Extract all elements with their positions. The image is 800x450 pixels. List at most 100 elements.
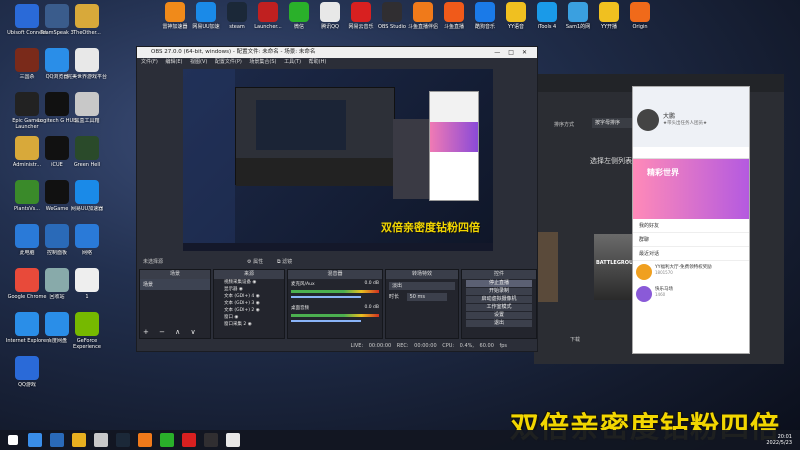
taskbar-app-icon[interactable] bbox=[204, 433, 218, 447]
source-item[interactable]: 文本 (GDI+) 4 ◉ bbox=[214, 293, 284, 300]
controls-dock[interactable]: 控件 停止直播 开始录制 启动虚拟摄像机 工作室模式 设置 退出 bbox=[461, 269, 537, 339]
source-item[interactable]: 文本 (GDI+) 3 ◉ bbox=[214, 300, 284, 307]
desktop-shortcut[interactable]: TheOther... bbox=[64, 2, 110, 48]
scene-item[interactable]: 场景 bbox=[140, 279, 210, 290]
taskbar-app-icon[interactable] bbox=[28, 433, 42, 447]
desktop-shortcut[interactable]: Green Hell bbox=[64, 134, 110, 180]
taskbar-app-icon[interactable] bbox=[50, 433, 64, 447]
preview-desktop-icons bbox=[183, 69, 235, 251]
qq-nickname: 大鹏 bbox=[663, 113, 676, 120]
heihe-icon bbox=[75, 92, 99, 116]
mixer-dock[interactable]: 混音器 麦克风/Aux 0.0 dB 桌面音频 0.0 dB bbox=[287, 269, 383, 339]
taskbar-app-icon[interactable] bbox=[116, 433, 130, 447]
sources-dock[interactable]: 来源 视频采集设备 ◉ 显示器 ◉ 文本 (GDI+) 4 ◉ 文本 (GDI+) 3… bbox=[213, 269, 285, 339]
desktop-shortcut[interactable]: GeForce Experience bbox=[64, 310, 110, 356]
preview-overlay-text: 双倍亲密度钻粉四倍 bbox=[381, 221, 480, 234]
source-item[interactable]: 窗口采集 2 ◉ bbox=[214, 321, 284, 328]
download-button[interactable]: 下载 bbox=[570, 336, 580, 343]
taskbar-app-icon[interactable] bbox=[72, 433, 86, 447]
channel-db: 0.0 dB bbox=[364, 305, 379, 310]
shortcut-label: Green Hell bbox=[73, 162, 101, 168]
contact-group[interactable]: 最近对话 bbox=[633, 247, 749, 261]
wechat-icon bbox=[289, 2, 309, 22]
desktop-shortcut[interactable]: 网络 bbox=[64, 222, 110, 268]
geforce-icon bbox=[75, 312, 99, 336]
source-item[interactable]: 窗口 ◉ bbox=[214, 314, 284, 321]
mixer-channel: 麦克风/Aux 0.0 dB bbox=[288, 279, 382, 303]
itools-icon bbox=[537, 2, 557, 22]
contact-group[interactable]: 我的好友 bbox=[633, 219, 749, 233]
origin-icon bbox=[630, 2, 650, 22]
obs-preview-canvas[interactable]: 双倍亲密度钻粉四倍 bbox=[183, 69, 493, 251]
sam-icon bbox=[568, 2, 588, 22]
desktop-shortcut[interactable]: QQ游戏 bbox=[4, 354, 50, 400]
scenes-dock[interactable]: 场景 场景 + − ∧ ∨ bbox=[139, 269, 211, 339]
taskbar-app-icon[interactable] bbox=[182, 433, 196, 447]
scene-controls[interactable]: + − ∧ ∨ bbox=[143, 328, 200, 336]
chat-item[interactable]: 快乐马场 1460 bbox=[633, 283, 749, 305]
visibility-icon[interactable]: ◉ bbox=[254, 294, 260, 299]
shortcut-label: 网易UU加速器 bbox=[70, 206, 104, 212]
preview-qq-panel bbox=[429, 91, 479, 201]
qq-banner[interactable]: 精彩世界 bbox=[633, 159, 749, 219]
qq-main-panel[interactable]: 大鹏 ★带头出任务人团员★ 精彩世界 我的好友 群聊 最近对话 YY福利大厅-免费领… bbox=[632, 86, 750, 354]
maximize-icon[interactable]: □ bbox=[508, 49, 522, 56]
file-icon bbox=[75, 268, 99, 292]
obs-window[interactable]: OBS 27.0.0 (64-bit, windows) - 配置文件: 未命名… bbox=[136, 46, 538, 352]
transition-select[interactable]: 淡出 bbox=[389, 282, 455, 290]
control-button[interactable]: 停止直播 bbox=[466, 280, 532, 287]
source-item[interactable]: 视频采集设备 ◉ bbox=[214, 279, 284, 286]
avatar[interactable] bbox=[637, 109, 659, 131]
qq-tabs[interactable] bbox=[633, 147, 749, 159]
volume-slider[interactable] bbox=[291, 296, 362, 298]
source-label: 视频采集设备 bbox=[224, 280, 251, 285]
launcher-icon bbox=[258, 2, 278, 22]
properties-button[interactable]: ⚙ 属性 bbox=[247, 257, 263, 267]
control-button[interactable]: 开始录制 bbox=[466, 288, 532, 295]
shortcut-label: TheOther... bbox=[73, 30, 101, 36]
desktop-shortcut[interactable]: Origin bbox=[621, 0, 659, 40]
control-button[interactable]: 退出 bbox=[466, 320, 532, 327]
volume-slider[interactable] bbox=[291, 320, 362, 322]
visibility-icon[interactable]: ◉ bbox=[238, 287, 243, 292]
duration-input[interactable]: 50 ms bbox=[406, 293, 447, 301]
visibility-icon[interactable]: ◉ bbox=[251, 280, 256, 285]
contact-group[interactable]: 群聊 bbox=[633, 233, 749, 247]
visibility-icon[interactable]: ◉ bbox=[233, 315, 238, 320]
control-button[interactable]: 启动虚拟摄像机 bbox=[466, 296, 532, 303]
close-icon[interactable]: ✕ bbox=[522, 49, 535, 56]
chat-sub: 1801570 bbox=[655, 270, 673, 275]
preview-nested-canvas bbox=[256, 100, 346, 150]
taskbar-app-icon[interactable] bbox=[138, 433, 152, 447]
visibility-icon[interactable]: ◉ bbox=[254, 308, 260, 313]
desktop-shortcut[interactable]: 网易UU加速器 bbox=[64, 178, 110, 224]
source-item[interactable]: 显示器 ◉ bbox=[214, 286, 284, 293]
source-label: 文本 (GDI+) 3 bbox=[224, 301, 255, 306]
taskbar-app-icon[interactable] bbox=[226, 433, 240, 447]
taskbar-app-icon[interactable] bbox=[160, 433, 174, 447]
douyu-live-icon bbox=[444, 2, 464, 22]
visibility-icon[interactable]: ◉ bbox=[254, 301, 260, 306]
chat-avatar bbox=[636, 264, 652, 280]
minimize-icon[interactable]: — bbox=[494, 49, 508, 56]
duration-label: 时长 bbox=[389, 294, 400, 300]
control-button[interactable]: 设置 bbox=[466, 312, 532, 319]
desktop-shortcut[interactable]: 完美世界游戏平台 bbox=[64, 46, 110, 92]
obs-menubar[interactable]: 文件(F) 编辑(E) 视图(V) 配置文件(P) 场景集合(S) 工具(T) … bbox=[137, 58, 537, 67]
chat-item[interactable]: YY福利大厅-免费领特权奖励 1801570 bbox=[633, 261, 749, 283]
desktop-shortcut[interactable]: 1 bbox=[64, 266, 110, 312]
filters-button[interactable]: ⧉ 滤镜 bbox=[277, 257, 292, 267]
clock-date: 2022/5/23 bbox=[766, 440, 792, 446]
desktop-shortcut[interactable]: 黑盒工具箱 bbox=[64, 90, 110, 136]
source-label: 显示器 bbox=[224, 287, 238, 292]
transitions-dock[interactable]: 转场特效 淡出 时长 50 ms bbox=[385, 269, 459, 339]
control-button[interactable]: 工作室模式 bbox=[466, 304, 532, 311]
channel-db: 0.0 dB bbox=[364, 281, 379, 286]
start-icon[interactable] bbox=[8, 435, 18, 445]
taskbar-app-icon[interactable] bbox=[94, 433, 108, 447]
visibility-icon[interactable]: ◉ bbox=[246, 322, 252, 327]
clock[interactable]: 20:01 2022/5/23 bbox=[766, 434, 792, 446]
source-item[interactable]: 文本 (GDI+) 2 ◉ bbox=[214, 307, 284, 314]
folder-icon bbox=[75, 4, 99, 28]
volume-meter bbox=[291, 290, 379, 293]
